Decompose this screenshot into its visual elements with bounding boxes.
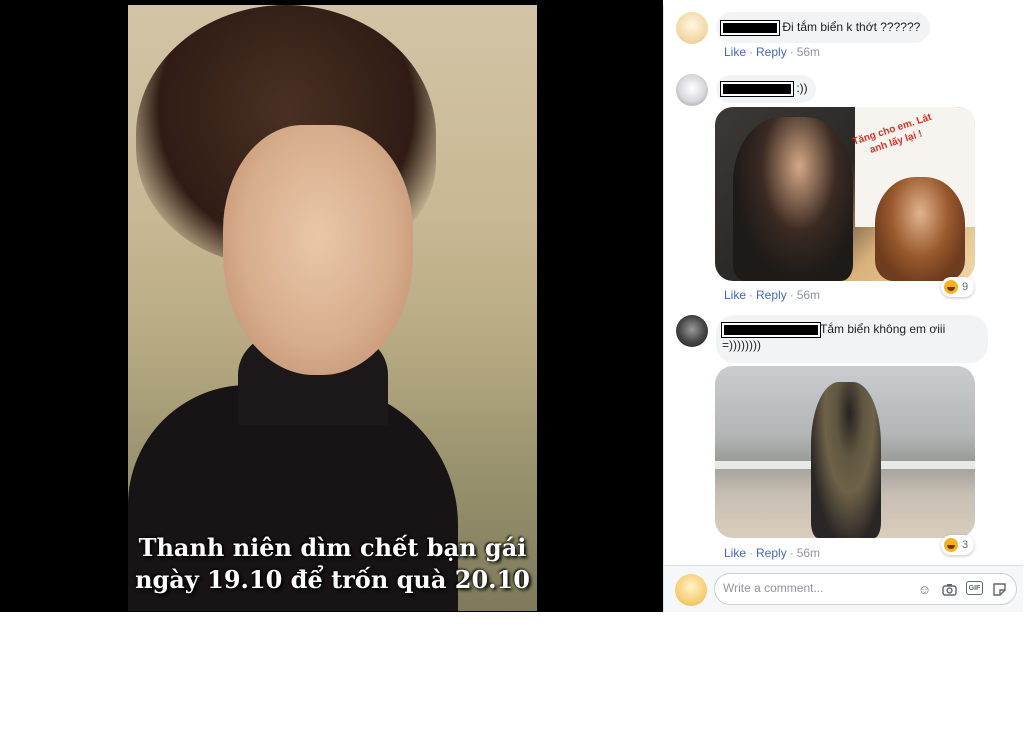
comment-text-line2: =)))))))) <box>722 338 761 352</box>
comment-input-box[interactable]: ☺ GIF <box>714 573 1017 605</box>
comment-time[interactable]: 56m <box>797 546 820 560</box>
image-person-2 <box>875 177 965 281</box>
like-link[interactable]: Like <box>724 546 746 560</box>
photo-viewer: Thanh niên dìm chết bạn gái ngày 19.10 đ… <box>0 0 663 612</box>
comment-image[interactable]: Tăng cho em. Lát anh lấy lại ! <box>715 107 975 281</box>
redacted-name <box>720 80 794 97</box>
emoji-icon[interactable]: ☺ <box>916 581 933 598</box>
gif-icon[interactable]: GIF <box>966 581 983 595</box>
like-link[interactable]: Like <box>724 288 746 302</box>
photo-caption-line1: Thanh niên dìm chết bạn gái <box>138 533 527 562</box>
user-avatar[interactable] <box>675 574 707 606</box>
photo-face <box>223 125 413 375</box>
reaction-badge[interactable]: 9 <box>941 277 975 297</box>
comment-text: Đi tắm biển k thớt ?????? <box>782 20 921 34</box>
redacted-name <box>720 19 780 36</box>
avatar[interactable] <box>676 12 708 44</box>
comment-time[interactable]: 56m <box>797 288 820 302</box>
reaction-count: 9 <box>962 281 969 293</box>
comment-time[interactable]: 56m <box>797 45 820 59</box>
reaction-badge[interactable]: 3 <box>941 535 975 555</box>
reply-link[interactable]: Reply <box>756 288 787 302</box>
redacted-name <box>721 321 821 338</box>
comment-input[interactable] <box>723 581 913 595</box>
comment-text-line1: Tắm biển không em ơiii <box>820 322 946 336</box>
reply-link[interactable]: Reply <box>756 546 787 560</box>
haha-reaction-icon <box>944 280 958 294</box>
comment-image[interactable] <box>715 366 975 538</box>
comment-actions: Like · Reply · 56m <box>724 546 821 560</box>
image-person-1 <box>733 117 853 281</box>
photo-caption-line2: ngày 19.10 để trốn quà 20.10 <box>135 565 530 594</box>
comments-panel: Đi tắm biển k thớt ?????? Like · Reply · 56m… <box>663 5 1023 612</box>
post-photo[interactable]: Thanh niên dìm chết bạn gái ngày 19.10 đ… <box>128 5 537 611</box>
sticker-icon[interactable] <box>991 581 1008 598</box>
comment-actions: Like · Reply · 56m <box>724 288 821 302</box>
like-link[interactable]: Like <box>724 45 746 59</box>
reply-link[interactable]: Reply <box>756 45 787 59</box>
comment-bubble: Tắm biển không em ơiii =)))))))) <box>716 315 988 363</box>
camera-icon[interactable] <box>941 581 958 598</box>
haha-reaction-icon <box>944 538 958 552</box>
comment-bubble: :)) <box>716 75 816 103</box>
avatar[interactable] <box>676 315 708 347</box>
comment-text: :)) <box>796 81 808 95</box>
comment-composer: ☺ GIF <box>664 565 1023 612</box>
comment-actions: Like · Reply · 56m <box>724 45 821 59</box>
avatar[interactable] <box>676 74 708 106</box>
image-person <box>811 382 881 538</box>
comment-bubble: Đi tắm biển k thớt ?????? <box>716 12 931 43</box>
composer-icons: ☺ GIF <box>916 581 1008 598</box>
reaction-count: 3 <box>962 539 969 551</box>
